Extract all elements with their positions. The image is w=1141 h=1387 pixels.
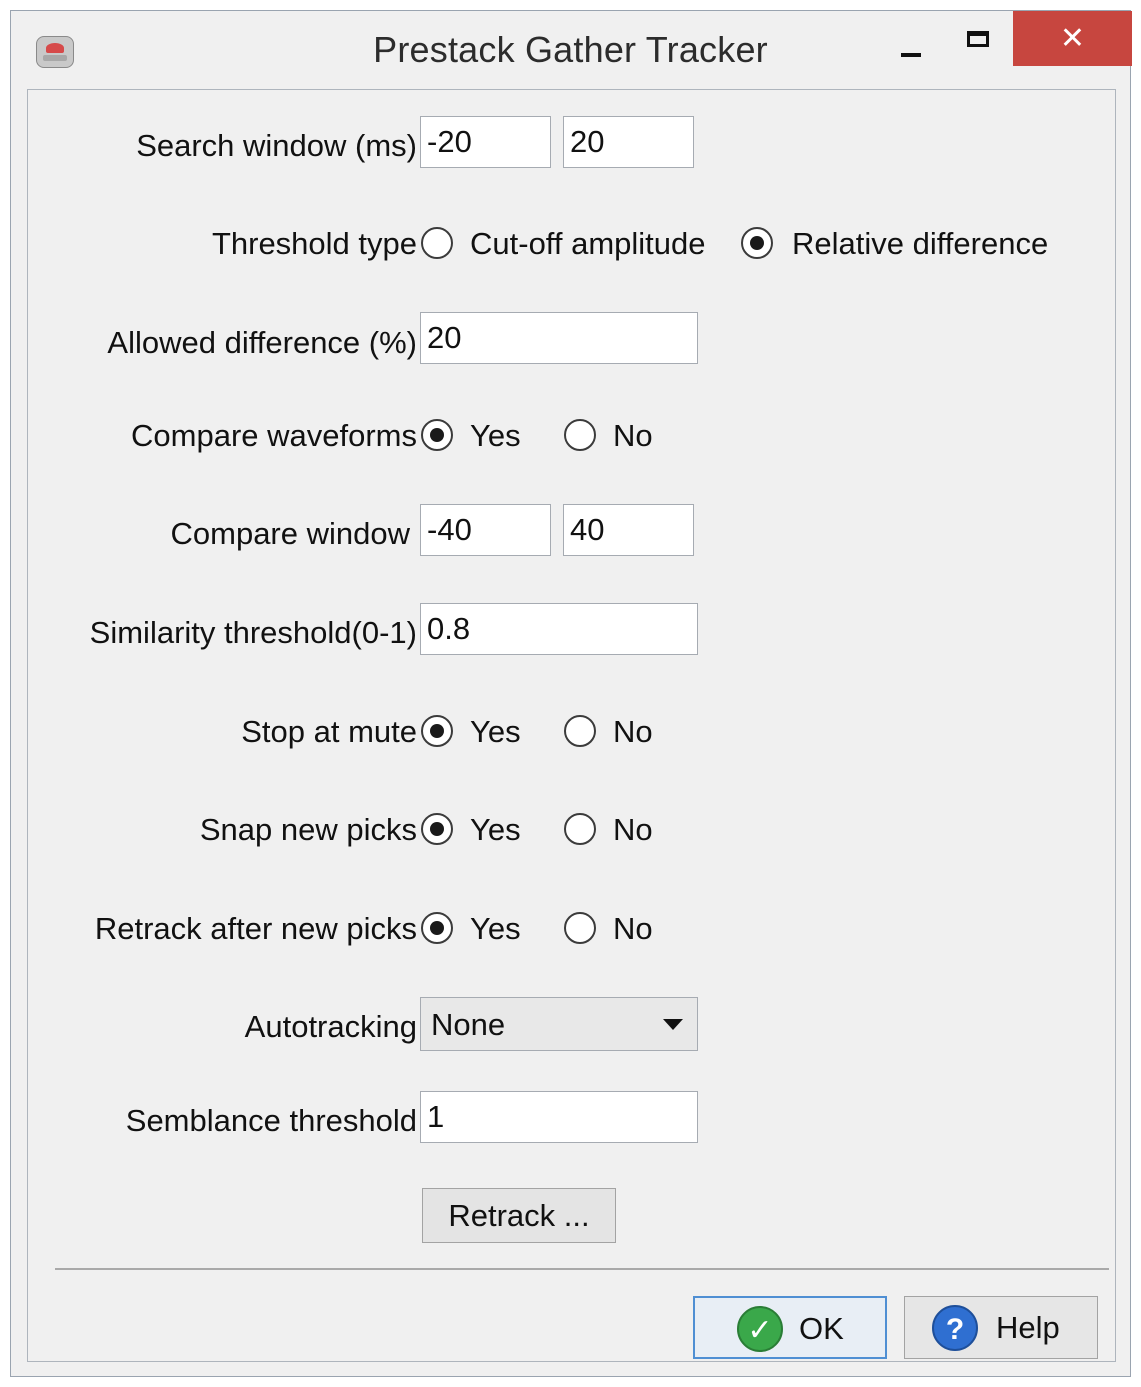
ok-button-label: OK [799,1311,844,1346]
stop-at-mute-yes-radio[interactable] [421,715,453,747]
allowed-difference-input[interactable] [420,312,698,364]
ok-button[interactable]: ✓ OK [693,1296,887,1359]
relative-difference-label[interactable]: Relative difference [792,226,1048,262]
compare-waveforms-yes-radio[interactable] [421,419,453,451]
stop-at-mute-no-label[interactable]: No [613,714,653,750]
threshold-type-label: Threshold type [211,226,417,261]
allowed-difference-label: Allowed difference (%) [107,325,417,360]
title-bar[interactable]: Prestack Gather Tracker ✕ [11,11,1132,89]
minimize-button[interactable] [891,19,931,69]
compare-window-to-input[interactable] [563,504,694,556]
compare-waveforms-yes-label[interactable]: Yes [470,418,521,454]
maximize-button[interactable] [956,19,1004,69]
compare-window-label: Compare window [170,516,411,551]
search-window-label: Search window (ms) [136,128,417,163]
snap-new-picks-yes-radio[interactable] [421,813,453,845]
snap-new-picks-no-radio[interactable] [564,813,596,845]
retrack-after-new-picks-yes-label[interactable]: Yes [470,911,521,947]
snap-new-picks-yes-label[interactable]: Yes [470,812,521,848]
compare-waveforms-label: Compare waveforms [131,418,417,453]
stop-at-mute-no-radio[interactable] [564,715,596,747]
compare-waveforms-no-radio[interactable] [564,419,596,451]
question-icon: ? [932,1305,978,1351]
semblance-threshold-label: Semblance threshold [125,1103,417,1138]
retrack-after-new-picks-label: Retrack after new picks [94,911,417,946]
dialog-window: Prestack Gather Tracker ✕ Search window … [10,10,1132,1377]
chevron-down-icon [663,1019,683,1030]
snap-new-picks-label: Snap new picks [199,812,417,847]
close-icon: ✕ [1059,22,1086,55]
footer-separator [55,1268,1109,1270]
compare-window-from-input[interactable] [420,504,551,556]
cutoff-amplitude-label[interactable]: Cut-off amplitude [470,226,706,262]
help-button[interactable]: ? Help [904,1296,1098,1359]
similarity-threshold-input[interactable] [420,603,698,655]
snap-new-picks-no-label[interactable]: No [613,812,653,848]
similarity-threshold-label: Similarity threshold(0-1) [89,615,417,650]
close-button[interactable]: ✕ [1013,11,1132,66]
help-button-label: Help [996,1310,1060,1345]
retrack-after-new-picks-yes-radio[interactable] [421,912,453,944]
autotracking-select[interactable]: None [420,997,698,1051]
search-window-to-input[interactable] [563,116,694,168]
radio-relative-difference[interactable] [741,227,773,259]
check-icon: ✓ [737,1306,783,1352]
search-window-from-input[interactable] [420,116,551,168]
retrack-after-new-picks-no-label[interactable]: No [613,911,653,947]
stop-at-mute-yes-label[interactable]: Yes [470,714,521,750]
retrack-after-new-picks-no-radio[interactable] [564,912,596,944]
radio-cutoff-amplitude[interactable] [421,227,453,259]
autotracking-label: Autotracking [244,1009,417,1044]
compare-waveforms-no-label[interactable]: No [613,418,653,454]
stop-at-mute-label: Stop at mute [241,714,417,749]
semblance-threshold-input[interactable] [420,1091,698,1143]
autotracking-value: None [431,1007,506,1042]
form-panel: Search window (ms) Threshold type Cut-of… [27,89,1116,1362]
retrack-button[interactable]: Retrack ... [422,1188,616,1243]
